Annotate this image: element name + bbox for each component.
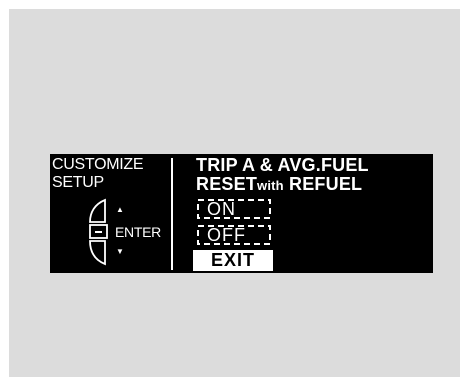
menu-title-refuel: REFUEL [289,174,363,194]
left-title-line1: CUSTOMIZE [52,156,144,173]
left-title-line2: SETUP [52,174,104,191]
mid-display: CUSTOMIZE SETUP ▲ ENTER ▼ TRIP A & AVG.F… [50,154,433,273]
illustration-frame: CUSTOMIZE SETUP ▲ ENTER ▼ TRIP A & AVG.F… [9,9,460,377]
customize-setup-title: CUSTOMIZE SETUP [52,156,144,192]
menu-title: TRIP A & AVG.FUEL RESETwith REFUEL [196,156,369,195]
menu-title-with: with [257,178,284,193]
option-on-label: ON [207,199,236,219]
selector-knob[interactable]: ▲ ENTER ▼ [87,198,167,266]
up-arrow-icon: ▲ [116,205,124,214]
display-divider [171,158,173,270]
option-off-label: OFF [207,225,246,245]
down-arrow-icon: ▼ [116,247,124,256]
option-on[interactable]: ON [197,199,271,219]
menu-title-reset: RESET [196,174,258,194]
menu-title-line2: RESETwith REFUEL [196,175,369,195]
exit-button[interactable]: EXIT [193,250,273,271]
option-off[interactable]: OFF [197,225,271,245]
enter-label: ENTER [115,224,161,240]
menu-title-line1: TRIP A & AVG.FUEL [196,155,369,175]
selector-knob-icon [89,198,108,266]
